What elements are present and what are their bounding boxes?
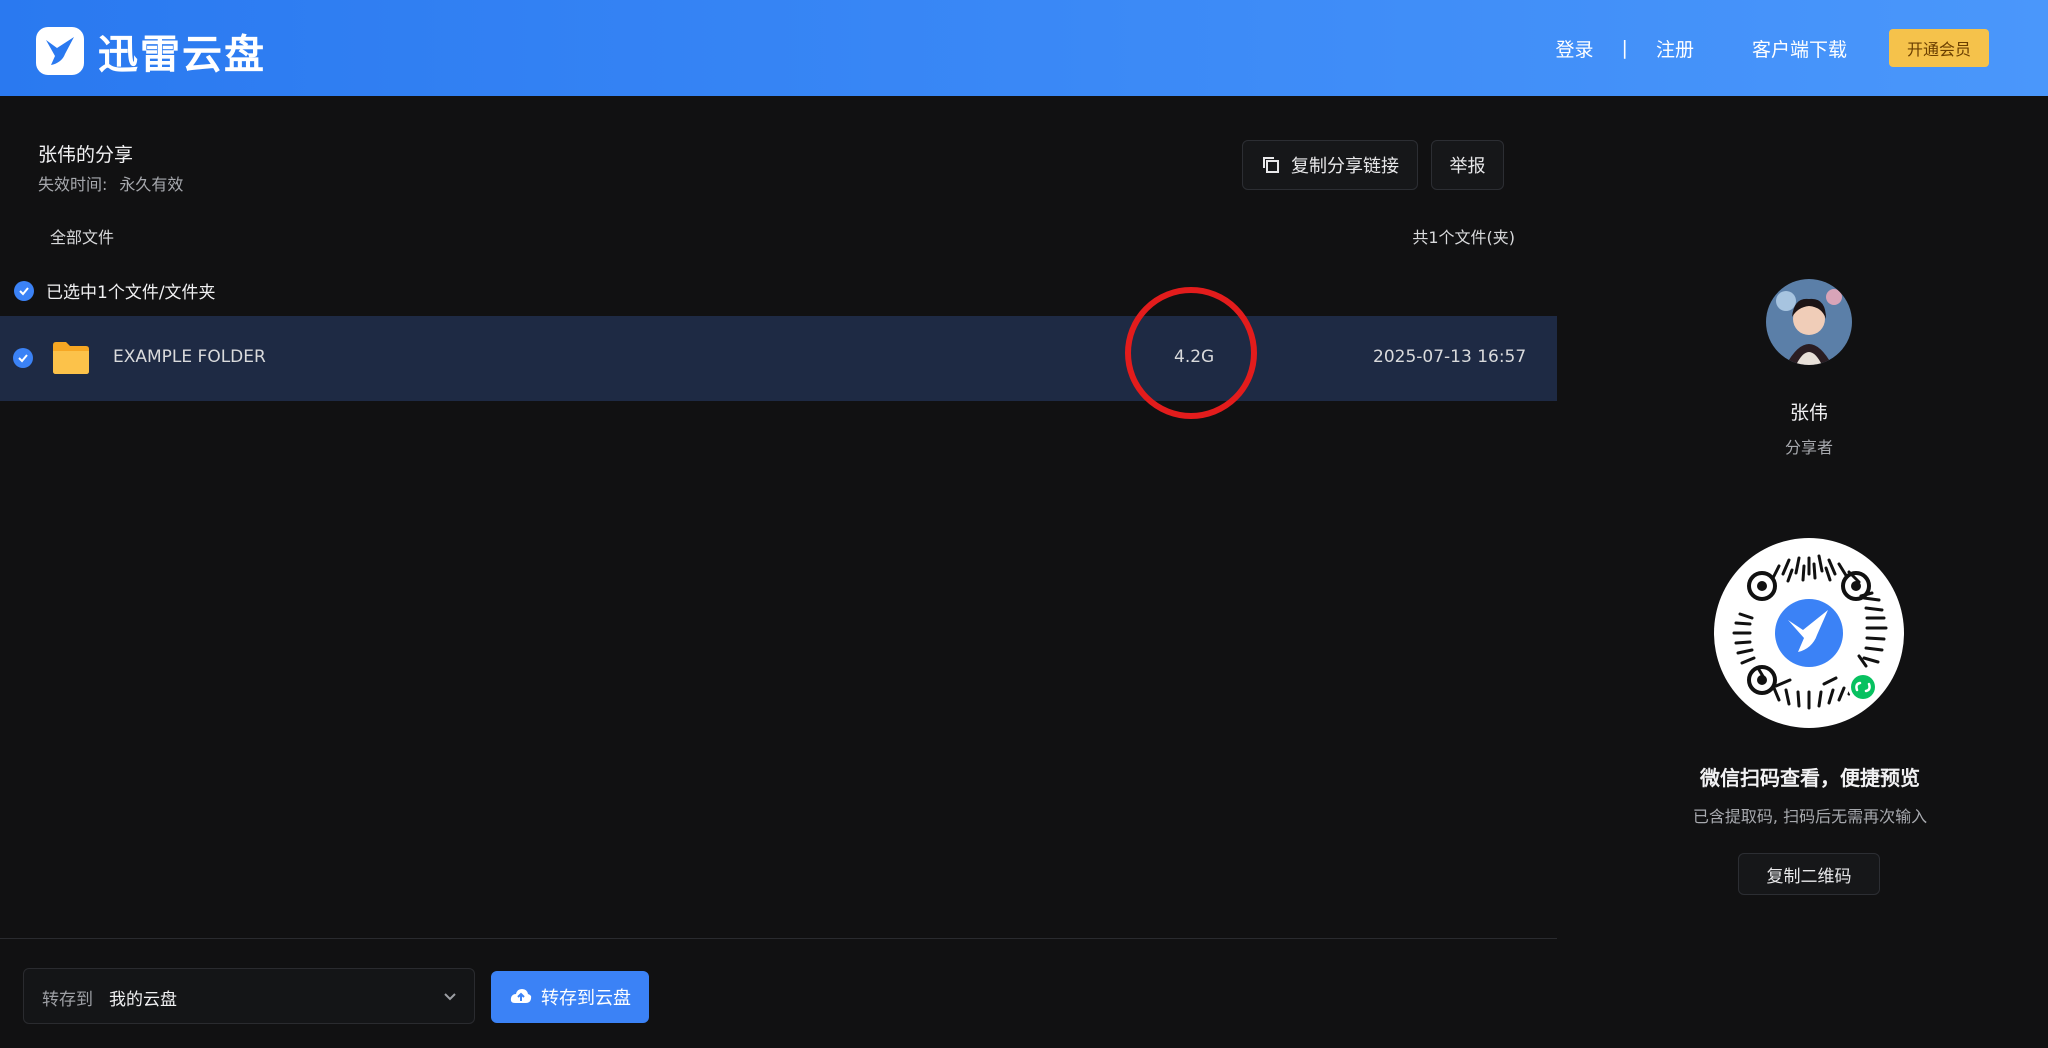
nav-separator: | xyxy=(1621,37,1628,59)
file-date: 2025-07-13 16:57 xyxy=(1373,347,1527,367)
copy-icon xyxy=(1263,157,1279,173)
all-files-breadcrumb[interactable]: 全部文件 xyxy=(50,224,114,248)
qr-subtitle: 已含提取码, 扫码后无需再次输入 xyxy=(1692,807,1928,826)
top-header: 迅雷云盘 登录 | 注册 客户端下载 开通会员 xyxy=(0,0,2048,96)
row-check-icon[interactable] xyxy=(13,348,33,368)
sharer-name: 张伟 xyxy=(1789,402,1828,424)
selected-count-text: 已选中1个文件/文件夹 xyxy=(46,283,216,303)
select-all-bar[interactable]: 已选中1个文件/文件夹 xyxy=(14,278,216,303)
annotation-circle xyxy=(1125,287,1257,419)
folder-icon xyxy=(50,337,92,383)
login-link[interactable]: 登录 xyxy=(1556,35,1594,62)
cloud-upload-icon xyxy=(510,989,532,1003)
save-target-select[interactable]: 转存到 我的云盘 xyxy=(23,968,475,1024)
avatar xyxy=(1766,279,1852,365)
save-to-cloud-button[interactable]: 转存到云盘 xyxy=(491,971,649,1023)
bird-logo-icon xyxy=(36,27,84,75)
copy-qr-button[interactable]: 复制二维码 xyxy=(1738,853,1880,895)
file-count: 共1个文件(夹) xyxy=(1412,228,1515,247)
save-target-label: 转存到 xyxy=(42,990,93,1010)
header-nav: 登录 | 注册 客户端下载 开通会员 xyxy=(1556,0,2048,96)
qr-title: 微信扫码查看，便捷预览 xyxy=(1700,766,1920,790)
vip-button[interactable]: 开通会员 xyxy=(1888,29,1989,67)
expire-value: 永久有效 xyxy=(119,175,184,194)
table-row[interactable]: EXAMPLE FOLDER 4.2G 2025-07-13 16:57 xyxy=(0,316,1557,401)
expire-label: 失效时间: xyxy=(38,175,108,194)
chevron-down-icon xyxy=(444,993,456,1001)
report-button[interactable]: 举报 xyxy=(1431,140,1504,190)
save-target-value: 我的云盘 xyxy=(109,990,177,1010)
sharer-role: 分享者 xyxy=(1784,438,1833,457)
file-name: EXAMPLE FOLDER xyxy=(113,347,266,367)
bottom-divider xyxy=(0,938,1557,939)
qr-code xyxy=(1714,538,1904,728)
brand-name: 迅雷云盘 xyxy=(98,32,266,78)
copy-share-link-button[interactable]: 复制分享链接 xyxy=(1242,140,1418,190)
brand-logo[interactable]: 迅雷云盘 xyxy=(36,22,266,80)
share-title: 张伟的分享 xyxy=(38,144,134,166)
copy-share-link-label: 复制分享链接 xyxy=(1291,156,1399,177)
select-all-check-icon[interactable] xyxy=(14,280,34,301)
register-link[interactable]: 注册 xyxy=(1656,35,1694,62)
save-to-cloud-label: 转存到云盘 xyxy=(541,988,631,1009)
share-expire: 失效时间: 永久有效 xyxy=(38,171,183,195)
client-download-link[interactable]: 客户端下载 xyxy=(1752,35,1847,62)
